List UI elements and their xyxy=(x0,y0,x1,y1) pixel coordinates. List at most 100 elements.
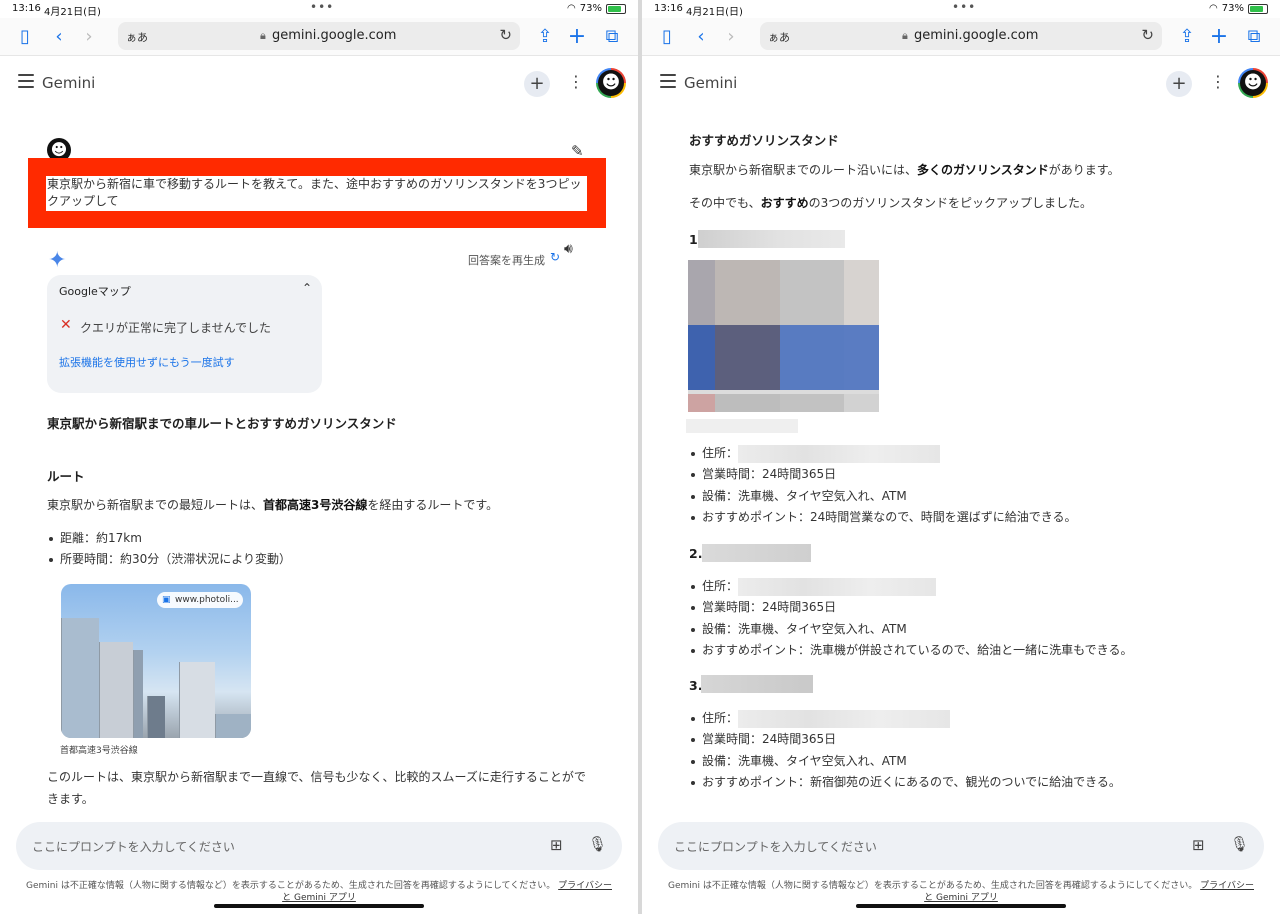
tabs-overview-icon[interactable]: ⧉ xyxy=(1243,26,1265,48)
more-options-icon[interactable]: ⋮ xyxy=(568,72,584,91)
new-chat-button[interactable]: + xyxy=(524,71,550,97)
route-paragraph: 東京駅から新宿駅までの最短ルートは、首都高速3号渋谷線を経由するルートです。 xyxy=(47,498,499,512)
account-avatar[interactable] xyxy=(1238,68,1268,98)
reload-icon[interactable]: ↻ xyxy=(499,26,512,44)
address-redacted xyxy=(738,709,951,728)
privacy-link[interactable]: プライバシー xyxy=(558,881,612,891)
hamburger-menu-icon[interactable] xyxy=(660,74,676,88)
prompt-placeholder: ここにプロンプトを入力してください xyxy=(674,840,877,854)
retry-without-extension-link[interactable]: 拡張機能を使用せずにもう一度試す xyxy=(59,354,235,370)
list-item: 住所： xyxy=(689,443,1077,464)
address-bar[interactable]: ぁあ 🔒︎ gemini.google.com ↻ xyxy=(118,22,520,50)
list-item: 距離：約17km xyxy=(47,528,291,549)
gemini-sparkle-icon: ✦ xyxy=(48,248,67,273)
battery-icon xyxy=(606,3,626,14)
gas-stations-intro: 東京駅から新宿駅までのルート沿いには、多くのガソリンスタンドがあります。 xyxy=(689,163,1120,177)
prompt-input[interactable]: ここにプロンプトを入力してください ⊞ 🎙︎ xyxy=(658,822,1264,870)
gemini-header: Gemini + ⋮ xyxy=(642,60,1280,110)
gas-stations-pick: その中でも、おすすめの3つのガソリンスタンドをピックアップしました。 xyxy=(689,196,1093,210)
highway-photo[interactable]: www.photoli... xyxy=(61,584,251,738)
gemini-apps-link[interactable]: と Gemini アプリ xyxy=(282,893,356,903)
microphone-icon[interactable]: 🎙︎ xyxy=(1230,835,1249,853)
list-item: 所要時間：約30分（渋滞状況により変動） xyxy=(47,549,291,570)
more-options-icon[interactable]: ⋮ xyxy=(1210,72,1226,91)
gemini-title: Gemini xyxy=(42,74,96,92)
lock-icon: 🔒︎ xyxy=(902,29,908,42)
user-prompt-text: 東京駅から新宿に車で移動するルートを教えて。また、途中おすすめのガソリンスタンド… xyxy=(46,176,587,211)
regenerate-icon[interactable]: ↻ xyxy=(550,250,560,264)
add-image-icon[interactable]: ⊞ xyxy=(1192,836,1205,854)
privacy-link[interactable]: プライバシー xyxy=(1200,881,1254,891)
list-item: 住所： xyxy=(689,708,1121,729)
microphone-icon[interactable]: 🎙︎ xyxy=(588,835,607,853)
status-date: 4月21日(日) xyxy=(686,7,743,18)
tabs-overview-icon[interactable]: ⧉ xyxy=(601,26,623,48)
station-2-name-redacted xyxy=(702,544,811,562)
home-indicator[interactable] xyxy=(856,904,1066,908)
chevron-up-icon[interactable]: ⌃ xyxy=(302,281,312,295)
list-item: 住所： xyxy=(689,576,1132,597)
add-image-icon[interactable]: ⊞ xyxy=(550,836,563,854)
list-item: おすすめポイント：新宿御苑の近くにあるので、観光のついでに給油できる。 xyxy=(689,772,1121,793)
prompt-input[interactable]: ここにプロンプトを入力してください ⊞ 🎙︎ xyxy=(16,822,622,870)
station-3-name-redacted xyxy=(701,675,813,693)
back-icon[interactable]: ‹ xyxy=(690,26,712,48)
list-item: 営業時間：24時間365日 xyxy=(689,729,1121,750)
address-bar[interactable]: ぁあ 🔒︎ gemini.google.com ↻ xyxy=(760,22,1162,50)
speaker-icon[interactable]: 🔊︎ xyxy=(564,241,573,257)
reader-aa-button[interactable]: ぁあ xyxy=(126,29,148,45)
reload-icon[interactable]: ↻ xyxy=(1141,26,1154,44)
list-item: 営業時間：24時間365日 xyxy=(689,464,1077,485)
status-bar: 13:16 4月21日(日) ••• ◠ 73% xyxy=(642,0,1280,18)
wifi-icon: ◠ xyxy=(1209,3,1218,14)
url-text[interactable]: gemini.google.com xyxy=(914,28,1038,43)
photo-source-badge[interactable]: www.photoli... xyxy=(157,592,243,608)
account-avatar[interactable] xyxy=(596,68,626,98)
station-1-subtitle-redacted xyxy=(686,419,798,433)
share-icon[interactable]: ⇪ xyxy=(1176,26,1198,48)
forward-icon[interactable]: › xyxy=(78,26,100,48)
new-chat-button[interactable]: + xyxy=(1166,71,1192,97)
sidebar-toggle-icon[interactable]: ▯ xyxy=(14,26,36,48)
route-details-list: 距離：約17km 所要時間：約30分（渋滞状況により変動） xyxy=(47,528,291,571)
new-tab-icon[interactable]: + xyxy=(1208,26,1230,48)
status-date: 4月21日(日) xyxy=(44,7,101,18)
forward-icon[interactable]: › xyxy=(720,26,742,48)
status-bar: 13:16 4月21日(日) ••• ◠ 73% xyxy=(0,0,638,18)
multitasking-dots-icon[interactable]: ••• xyxy=(310,0,334,14)
list-item: 設備：洗車機、タイヤ空気入れ、ATM xyxy=(689,619,1132,640)
station-2-number: 2. xyxy=(689,546,703,561)
route-highway: 首都高速3号渋谷線 xyxy=(263,498,368,512)
disclaimer: Gemini は不正確な情報（人物に関する情報など）を表示することがあるため、生… xyxy=(667,881,1254,903)
battery-icon xyxy=(1248,3,1268,14)
station-3-details: 住所： 営業時間：24時間365日 設備：洗車機、タイヤ空気入れ、ATM おすす… xyxy=(689,708,1121,793)
hamburger-menu-icon[interactable] xyxy=(18,74,34,88)
station-1-name-redacted xyxy=(698,230,845,248)
response-heading: 東京駅から新宿駅までの車ルートとおすすめガソリンスタンド xyxy=(47,416,397,431)
gemini-title: Gemini xyxy=(684,74,738,92)
left-pane: 13:16 4月21日(日) ••• ◠ 73% ▯ ‹ › ぁあ 🔒︎ gem… xyxy=(0,0,638,914)
gemini-apps-link[interactable]: と Gemini アプリ xyxy=(924,893,998,903)
url-text[interactable]: gemini.google.com xyxy=(272,28,396,43)
lock-icon: 🔒︎ xyxy=(260,29,266,42)
gas-stations-heading: おすすめガソリンスタンド xyxy=(689,133,839,148)
photo-caption: 首都高速3号渋谷線 xyxy=(60,746,138,756)
reader-aa-button[interactable]: ぁあ xyxy=(768,29,790,45)
multitasking-dots-icon[interactable]: ••• xyxy=(952,0,976,14)
status-time: 13:16 xyxy=(12,3,41,14)
station-1-details: 住所： 営業時間：24時間365日 設備：洗車機、タイヤ空気入れ、ATM おすす… xyxy=(689,443,1077,528)
regenerate-drafts-button[interactable]: 回答案を再生成 xyxy=(468,252,545,268)
right-pane: 13:16 4月21日(日) ••• ◠ 73% ▯ ‹ › ぁあ 🔒︎ gem… xyxy=(642,0,1280,914)
back-icon[interactable]: ‹ xyxy=(48,26,70,48)
wifi-icon: ◠ xyxy=(567,3,576,14)
list-item: 設備：洗車機、タイヤ空気入れ、ATM xyxy=(689,751,1121,772)
extension-error-text: クエリが正常に完了しませんでした xyxy=(80,321,272,335)
highlighted-prompt: 東京駅から新宿に車で移動するルートを教えて。また、途中おすすめのガソリンスタンド… xyxy=(28,158,606,228)
share-icon[interactable]: ⇪ xyxy=(534,26,556,48)
sidebar-toggle-icon[interactable]: ▯ xyxy=(656,26,678,48)
home-indicator[interactable] xyxy=(214,904,424,908)
list-item: 設備：洗車機、タイヤ空気入れ、ATM xyxy=(689,486,1077,507)
new-tab-icon[interactable]: + xyxy=(566,26,588,48)
status-time: 13:16 xyxy=(654,3,683,14)
list-item: おすすめポイント：洗車機が併設されているので、給油と一緒に洗車もできる。 xyxy=(689,640,1132,661)
